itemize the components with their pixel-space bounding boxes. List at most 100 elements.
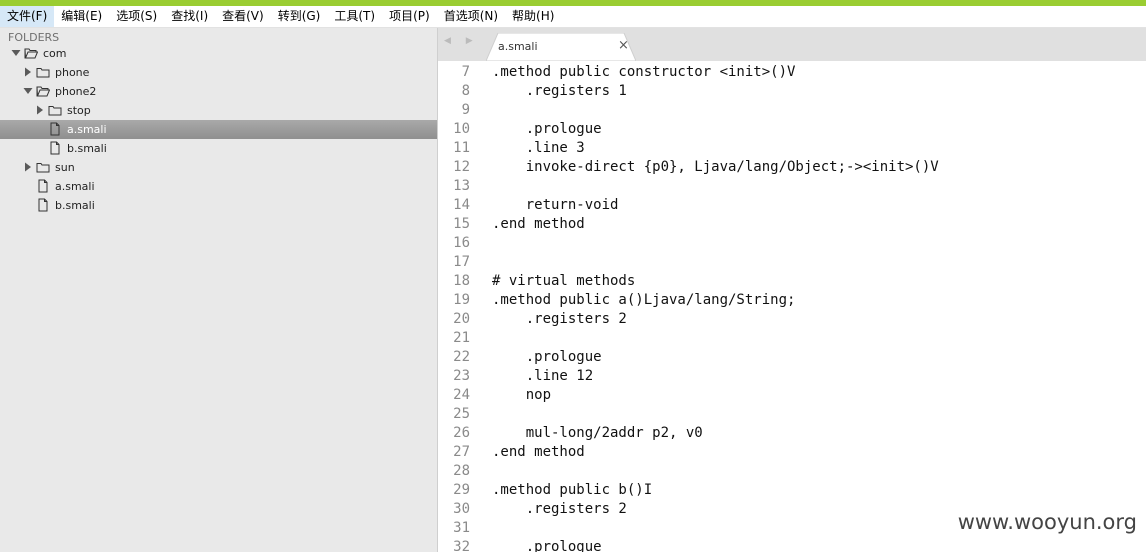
folders-header: FOLDERS xyxy=(8,31,60,44)
tab-label[interactable]: a.smali xyxy=(498,40,538,53)
code-line: 24 nop xyxy=(438,386,1146,405)
menu-item[interactable]: 查看(V) xyxy=(215,6,271,27)
code-line: 27 .end method xyxy=(438,443,1146,462)
line-number: 19 xyxy=(453,292,470,308)
tree-file-item[interactable]: b.smali xyxy=(0,196,437,215)
code-line: 25 xyxy=(438,405,1146,424)
code-line: 21 xyxy=(438,329,1146,348)
code-line: 7 .method public constructor <init>()V xyxy=(438,63,1146,82)
tree-file-item[interactable]: b.smali xyxy=(0,139,437,158)
line-number: 16 xyxy=(453,235,470,251)
code-text: mul-long/2addr p2, v0 xyxy=(492,425,703,441)
code-text: .line 3 xyxy=(492,140,585,156)
line-number: 23 xyxy=(453,368,470,384)
tree-item-label: a.smali xyxy=(55,180,95,193)
tree-folder-item[interactable]: phone xyxy=(0,63,437,82)
code-line: 13 xyxy=(438,177,1146,196)
menu-item[interactable]: 工具(T) xyxy=(327,6,382,27)
tree-item-label: b.smali xyxy=(55,199,95,212)
code-line: 20 .registers 2 xyxy=(438,310,1146,329)
code-text: .prologue xyxy=(492,121,602,137)
code-line: 28 xyxy=(438,462,1146,481)
file-icon xyxy=(48,122,62,136)
line-number: 27 xyxy=(453,444,470,460)
code-text: .method public b()I xyxy=(492,482,653,498)
code-text: return-void xyxy=(492,197,619,213)
menu-bar: 文件(F) 编辑(E) 选项(S) 查找(I) 查看(V) 转到(G) 工具(T) 项目(P)… xyxy=(0,6,1146,28)
tree-folder-item[interactable]: phone2 xyxy=(0,82,437,101)
code-editor[interactable]: 7 .method public constructor <init>()V 8 .… xyxy=(438,61,1146,552)
tree-folder-item[interactable]: stop xyxy=(0,101,437,120)
line-number: 17 xyxy=(453,254,470,270)
code-text: .line 12 xyxy=(492,368,594,384)
folder-icon xyxy=(48,103,62,117)
tree-file-item[interactable]: a.smali xyxy=(0,177,437,196)
code-line: 18 # virtual methods xyxy=(438,272,1146,291)
tree-folder-item[interactable]: sun xyxy=(0,158,437,177)
watermark: www.wooyun.org xyxy=(957,510,1137,534)
expanded-arrow-icon[interactable] xyxy=(22,84,34,98)
menu-item[interactable]: 首选项(N) xyxy=(437,6,505,27)
code-line: 12 invoke-direct {p0}, Ljava/lang/Object… xyxy=(438,158,1146,177)
line-number: 8 xyxy=(461,83,470,99)
code-text: invoke-direct {p0}, Ljava/lang/Object;->… xyxy=(492,159,939,175)
collapsed-arrow-icon[interactable] xyxy=(22,65,34,79)
line-number: 9 xyxy=(461,102,470,118)
expanded-arrow-icon[interactable] xyxy=(10,46,22,60)
line-number: 15 xyxy=(453,216,470,232)
code-text: .prologue xyxy=(492,539,602,552)
code-text: nop xyxy=(492,387,552,403)
menu-item[interactable]: 文件(F) xyxy=(0,6,55,27)
line-number: 18 xyxy=(453,273,470,289)
tree-item-label: sun xyxy=(55,161,75,174)
code-line: 10 .prologue xyxy=(438,120,1146,139)
collapsed-arrow-icon[interactable] xyxy=(34,103,46,117)
line-number: 32 xyxy=(453,539,470,552)
code-line: 32 .prologue xyxy=(438,538,1146,552)
open-folder-icon xyxy=(36,84,51,98)
file-icon xyxy=(36,179,50,193)
code-line: 17 xyxy=(438,253,1146,272)
tree-item-label: a.smali xyxy=(67,123,107,136)
code-text: .prologue xyxy=(492,349,602,365)
line-number: 10 xyxy=(453,121,470,137)
code-text: .end method xyxy=(492,216,585,232)
code-text: .registers 2 xyxy=(492,501,627,517)
line-number: 12 xyxy=(453,159,470,175)
code-line: 19 .method public a()Ljava/lang/String; xyxy=(438,291,1146,310)
line-number: 13 xyxy=(453,178,470,194)
code-text: .registers 2 xyxy=(492,311,627,327)
menu-item[interactable]: 查找(I) xyxy=(164,6,215,27)
code-text: .method public constructor <init>()V xyxy=(492,64,796,80)
folder-icon xyxy=(36,160,50,174)
menu-item[interactable]: 转到(G) xyxy=(271,6,328,27)
code-line: 22 .prologue xyxy=(438,348,1146,367)
line-number: 7 xyxy=(461,64,470,80)
tree-item-label: stop xyxy=(67,104,91,117)
tree-item-label: com xyxy=(43,47,67,60)
tree-item-label: phone2 xyxy=(55,85,97,98)
tree-folder-item[interactable]: com xyxy=(0,44,437,63)
menu-item[interactable]: 项目(P) xyxy=(382,6,437,27)
code-text: .registers 1 xyxy=(492,83,627,99)
code-line: 15 .end method xyxy=(438,215,1146,234)
sidebar: FOLDERS com phone phone2 stop a.smali b.smali… xyxy=(0,28,438,552)
line-number: 28 xyxy=(453,463,470,479)
code-text: # virtual methods xyxy=(492,273,636,289)
menu-item[interactable]: 帮助(H) xyxy=(505,6,561,27)
code-line: 14 return-void xyxy=(438,196,1146,215)
line-number: 14 xyxy=(453,197,470,213)
tree-item-label: b.smali xyxy=(67,142,107,155)
code-line: 29 .method public b()I xyxy=(438,481,1146,500)
line-number: 26 xyxy=(453,425,470,441)
line-number: 22 xyxy=(453,349,470,365)
code-line: 23 .line 12 xyxy=(438,367,1146,386)
tab-nav-arrows[interactable]: ◀ ▶ xyxy=(444,36,479,46)
code-line: 16 xyxy=(438,234,1146,253)
code-line: 26 mul-long/2addr p2, v0 xyxy=(438,424,1146,443)
menu-item[interactable]: 编辑(E) xyxy=(54,6,109,27)
tree-file-item[interactable]: a.smali xyxy=(0,120,437,139)
collapsed-arrow-icon[interactable] xyxy=(22,160,34,174)
menu-item[interactable]: 选项(S) xyxy=(109,6,164,27)
tab-close-icon[interactable]: × xyxy=(618,38,629,53)
